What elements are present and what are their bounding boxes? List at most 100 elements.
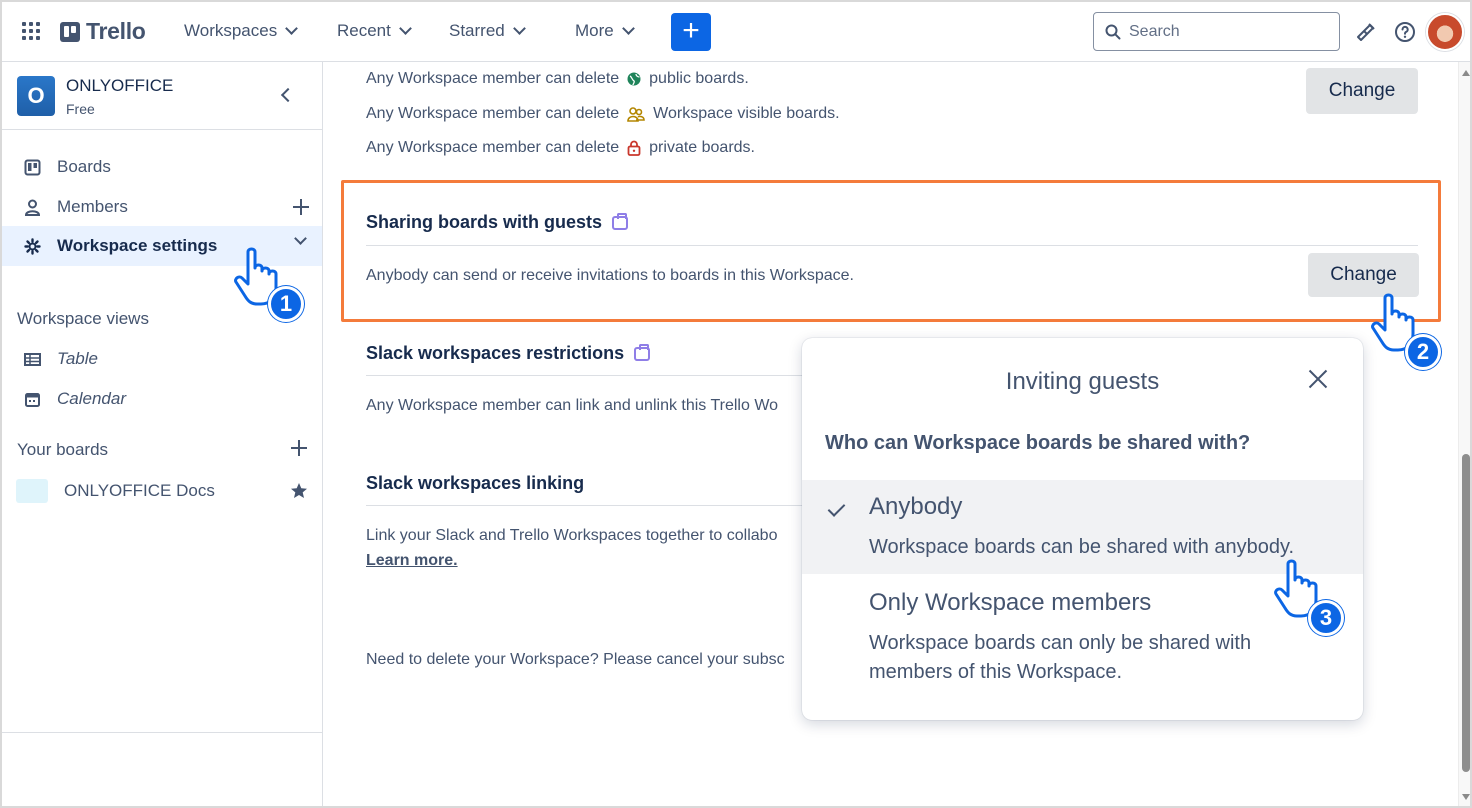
option-description-line2: members of this Workspace.	[869, 661, 1123, 683]
sidebar-divider	[2, 732, 322, 733]
trello-logo-icon	[60, 21, 80, 42]
search-box[interactable]	[1093, 12, 1340, 51]
step-badge: 1	[268, 286, 304, 322]
board-thumbnail	[16, 479, 48, 503]
collapse-sidebar-icon[interactable]	[280, 87, 296, 103]
help-icon[interactable]	[1393, 20, 1417, 44]
public-boards-text: public boards.	[649, 70, 749, 87]
sidebar-board-onlyoffice-docs[interactable]: ONLYOFFICE Docs	[2, 471, 322, 511]
checkmark-icon	[827, 499, 846, 517]
option-title: Only Workspace members	[869, 589, 1152, 616]
star-icon[interactable]	[290, 482, 308, 500]
slack-linking-description: Link your Slack and Trello Workspaces to…	[366, 527, 778, 544]
nav-starred-menu[interactable]: Starred	[449, 21, 526, 41]
nav-more-menu[interactable]: More	[575, 21, 635, 41]
sidebar-item-label: Workspace settings	[57, 236, 218, 255]
workspace-avatar: O	[17, 76, 55, 116]
trello-logo[interactable]: Trello	[60, 18, 146, 45]
workspace-plan: Free	[66, 101, 95, 117]
delete-line-prefix: Any Workspace member can delete	[366, 105, 620, 122]
chevron-down-icon	[512, 21, 526, 35]
sidebar-item-members[interactable]: Members	[2, 187, 322, 227]
app-switcher-icon[interactable]	[22, 22, 40, 40]
top-navigation-bar: Trello Workspaces Recent Starred More +	[2, 2, 1470, 62]
nav-more-label: More	[575, 21, 614, 40]
sharing-title-text: Sharing boards with guests	[366, 212, 603, 232]
workspace-header: O ONLYOFFICE Free	[2, 62, 322, 130]
sidebar-item-label: Calendar	[57, 389, 126, 408]
change-sharing-button[interactable]: Change	[1308, 253, 1419, 297]
globe-icon	[627, 72, 641, 86]
scroll-down-arrow-icon[interactable]	[1462, 794, 1470, 800]
section-divider	[366, 375, 804, 376]
sidebar-item-label: Members	[57, 197, 128, 216]
app-window: Trello Workspaces Recent Starred More +	[0, 0, 1472, 808]
change-deletion-button[interactable]: Change	[1306, 68, 1418, 114]
sidebar-item-label: ONLYOFFICE Docs	[64, 481, 215, 500]
option-title: Anybody	[869, 493, 963, 520]
nav-workspaces-menu[interactable]: Workspaces	[184, 21, 299, 41]
your-boards-heading: Your boards	[17, 440, 109, 459]
option-description: Workspace boards can be shared with anyb…	[869, 536, 1295, 558]
sidebar-item-label: Boards	[57, 157, 111, 176]
delete-line-prefix: Any Workspace member can delete	[366, 139, 620, 156]
add-member-plus-icon[interactable]	[293, 199, 309, 215]
workspace-views-heading: Workspace views	[17, 309, 149, 328]
sharing-section-title: Sharing boards with guests	[366, 212, 629, 233]
delete-workspace-text: Need to delete your Workspace? Please ca…	[366, 651, 785, 668]
premium-briefcase-icon	[612, 212, 629, 230]
calendar-icon	[25, 392, 40, 407]
step-badge: 3	[1308, 600, 1344, 636]
private-boards-text: private boards.	[649, 139, 755, 156]
delete-public-line: Any Workspace member can delete public b…	[366, 70, 749, 88]
sidebar-item-boards[interactable]: Boards	[2, 147, 322, 187]
popover-title: Inviting guests	[1005, 368, 1160, 395]
nav-starred-label: Starred	[449, 21, 505, 40]
sidebar: O ONLYOFFICE Free Boards Members Workspa…	[2, 62, 323, 806]
people-icon	[627, 107, 645, 122]
popover-question: Who can Workspace boards be shared with?	[825, 432, 1251, 454]
slack-restrictions-description: Any Workspace member can link and unlink…	[366, 397, 779, 414]
close-icon[interactable]	[1307, 368, 1329, 390]
search-input[interactable]	[1129, 22, 1309, 41]
scrollbar-thumb[interactable]	[1462, 454, 1470, 772]
board-icon	[24, 159, 41, 175]
gear-icon	[24, 237, 41, 255]
chevron-down-icon	[621, 21, 635, 35]
nav-recent-menu[interactable]: Recent	[337, 21, 412, 41]
workspace-name: ONLYOFFICE	[66, 76, 174, 95]
create-button[interactable]: +	[671, 13, 711, 51]
slack-linking-title: Slack workspaces linking	[366, 473, 585, 493]
vertical-scrollbar[interactable]	[1458, 62, 1470, 806]
add-board-plus-icon[interactable]	[291, 440, 307, 456]
delete-private-line: Any Workspace member can delete private …	[366, 139, 755, 157]
sidebar-item-table-view[interactable]: Table	[2, 339, 322, 379]
person-icon	[24, 199, 41, 216]
learn-more-link[interactable]: Learn more.	[366, 552, 458, 570]
chevron-down-icon	[399, 21, 412, 35]
inviting-guests-popover: Inviting guests Who can Workspace boards…	[802, 338, 1363, 720]
table-icon	[24, 352, 41, 366]
slack-restrictions-title: Slack workspaces restrictions	[366, 343, 651, 364]
highlighted-sharing-section	[341, 180, 1441, 322]
slack-restrictions-title-text: Slack workspaces restrictions	[366, 343, 625, 363]
section-divider	[366, 245, 1418, 246]
nav-recent-label: Recent	[337, 21, 391, 40]
lock-icon	[627, 140, 641, 156]
notifications-megaphone-icon[interactable]	[1354, 20, 1378, 44]
delete-workspace-visible-line: Any Workspace member can delete Workspac…	[366, 105, 840, 123]
chevron-down-icon	[285, 21, 299, 35]
step-badge: 2	[1405, 334, 1441, 370]
sharing-description: Anybody can send or receive invitations …	[366, 267, 854, 284]
scroll-up-arrow-icon[interactable]	[1462, 70, 1470, 76]
search-icon	[1105, 24, 1121, 39]
sidebar-item-label: Table	[57, 349, 98, 368]
delete-line-prefix: Any Workspace member can delete	[366, 70, 620, 87]
user-avatar[interactable]	[1426, 13, 1464, 51]
sidebar-item-calendar-view[interactable]: Calendar	[2, 379, 322, 419]
logo-text: Trello	[86, 18, 146, 44]
section-divider	[366, 505, 804, 506]
nav-workspaces-label: Workspaces	[184, 21, 278, 40]
option-description-line1: Workspace boards can only be shared with	[869, 632, 1252, 654]
premium-briefcase-icon	[634, 343, 651, 361]
